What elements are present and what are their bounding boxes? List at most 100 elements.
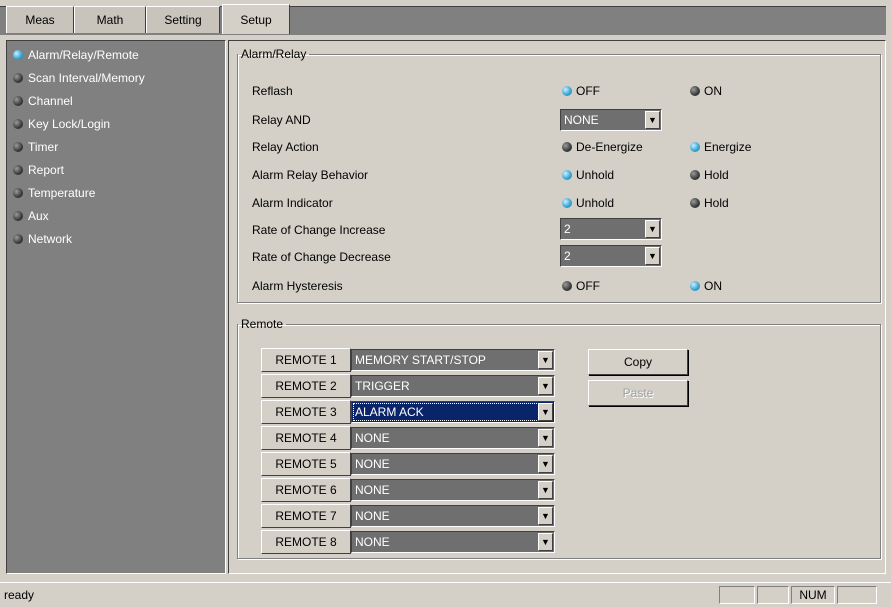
sidebar-item-scan-interval-memory[interactable]: Scan Interval/Memory (13, 68, 145, 88)
remote-3-button[interactable]: REMOTE 3 (261, 400, 351, 424)
alarm-indicator-hold-radio[interactable]: Hold (690, 193, 729, 213)
sidebar-item-label: Scan Interval/Memory (28, 71, 145, 85)
sidebar-item-temperature[interactable]: Temperature (13, 183, 95, 203)
radio-unselected-icon (562, 141, 572, 152)
remote-6-select[interactable]: NONE ▼ (351, 479, 555, 501)
remote-6-button[interactable]: REMOTE 6 (261, 478, 351, 502)
reflash-on-radio[interactable]: ON (690, 81, 722, 101)
roc-decrease-select[interactable]: 2 ▼ (560, 245, 662, 267)
chevron-down-icon: ▼ (645, 247, 660, 265)
reflash-off-radio[interactable]: OFF (562, 81, 600, 101)
tab-math[interactable]: Math (74, 6, 146, 33)
select-value: MEMORY START/STOP (355, 353, 486, 367)
remote-8-button[interactable]: REMOTE 8 (261, 530, 351, 554)
relay-and-select[interactable]: NONE ▼ (560, 109, 662, 131)
sidebar-item-label: Channel (28, 94, 73, 108)
copy-button[interactable]: Copy (588, 349, 688, 375)
alarm-hysteresis-on-radio[interactable]: ON (690, 276, 722, 296)
roc-increase-label: Rate of Change Increase (252, 223, 386, 237)
main-panel: Alarm/Relay Reflash OFF ON Relay AND NON… (228, 40, 886, 574)
radio-unselected-icon (690, 169, 700, 180)
remote-2-select[interactable]: TRIGGER ▼ (351, 375, 555, 397)
radio-label: Unhold (576, 196, 615, 210)
remote-group: Remote REMOTE 1 MEMORY START/STOP ▼ REMOT… (237, 317, 881, 559)
radio-label: OFF (576, 279, 600, 293)
remote-3-select[interactable]: ALARM ACK ▼ (351, 401, 555, 423)
radio-unselected-icon (690, 197, 700, 208)
sidebar-item-report[interactable]: Report (13, 160, 64, 180)
radio-unselected-icon (13, 141, 23, 152)
chevron-down-icon: ▼ (538, 507, 553, 525)
relay-action-de-energize-radio[interactable]: De-Energize (562, 137, 643, 157)
sidebar-item-label: Key Lock/Login (28, 117, 111, 131)
radio-label: Unhold (576, 168, 615, 182)
radio-unselected-icon (13, 210, 23, 221)
remote-8-select[interactable]: NONE ▼ (351, 531, 555, 553)
select-value: ALARM ACK (355, 405, 424, 419)
chevron-down-icon: ▼ (538, 455, 553, 473)
sidebar-item-label: Alarm/Relay/Remote (28, 48, 139, 62)
remote-2-button[interactable]: REMOTE 2 (261, 374, 351, 398)
sidebar-item-alarm-relay-remote[interactable]: Alarm/Relay/Remote (13, 45, 139, 65)
alarm-indicator-unhold-radio[interactable]: Unhold (562, 193, 614, 213)
select-value: NONE (564, 113, 599, 127)
status-bar: ready NUM (0, 582, 891, 607)
radio-unselected-icon (13, 118, 23, 129)
status-text: ready (4, 588, 35, 602)
remote-7-button[interactable]: REMOTE 7 (261, 504, 351, 528)
sidebar: Alarm/Relay/Remote Scan Interval/Memory … (6, 40, 226, 574)
select-value: NONE (355, 535, 390, 549)
sidebar-item-label: Temperature (28, 186, 96, 200)
remote-1-button[interactable]: REMOTE 1 (261, 348, 351, 372)
tab-meas[interactable]: Meas (6, 6, 74, 33)
alarm-hysteresis-label: Alarm Hysteresis (252, 279, 343, 293)
status-pane-2 (757, 586, 789, 604)
radio-label: ON (704, 279, 722, 293)
remote-4-select[interactable]: NONE ▼ (351, 427, 555, 449)
chevron-down-icon: ▼ (645, 220, 660, 238)
radio-label: De-Energize (576, 140, 643, 154)
tab-setting[interactable]: Setting (146, 6, 220, 33)
remote-5-select[interactable]: NONE ▼ (351, 453, 555, 475)
radio-label: ON (704, 84, 722, 98)
paste-button[interactable]: Paste (588, 380, 688, 406)
select-value: NONE (355, 509, 390, 523)
sidebar-item-label: Aux (28, 209, 49, 223)
tab-setup[interactable]: Setup (222, 4, 290, 34)
select-value: TRIGGER (355, 379, 410, 393)
alarm-relay-behavior-unhold-radio[interactable]: Unhold (562, 165, 614, 185)
radio-unselected-icon (562, 280, 572, 291)
radio-selected-icon (562, 197, 572, 208)
status-pane-1 (719, 586, 755, 604)
sidebar-item-aux[interactable]: Aux (13, 206, 49, 226)
chevron-down-icon: ▼ (538, 403, 553, 421)
sidebar-item-channel[interactable]: Channel (13, 91, 73, 111)
tab-bar: Meas Math Setting Setup (0, 0, 891, 35)
remote-5-button[interactable]: REMOTE 5 (261, 452, 351, 476)
alarm-hysteresis-off-radio[interactable]: OFF (562, 276, 600, 296)
relay-action-energize-radio[interactable]: Energize (690, 137, 751, 157)
reflash-label: Reflash (252, 84, 293, 98)
group-title: Remote (241, 317, 284, 331)
radio-label: Hold (704, 168, 729, 182)
roc-increase-select[interactable]: 2 ▼ (560, 218, 662, 240)
select-value: 2 (564, 222, 571, 236)
alarm-relay-behavior-hold-radio[interactable]: Hold (690, 165, 729, 185)
radio-label: OFF (576, 84, 600, 98)
remote-7-select[interactable]: NONE ▼ (351, 505, 555, 527)
radio-unselected-icon (13, 233, 23, 244)
sidebar-item-network[interactable]: Network (13, 229, 72, 249)
chevron-down-icon: ▼ (538, 351, 553, 369)
sidebar-item-timer[interactable]: Timer (13, 137, 58, 157)
radio-selected-icon (690, 280, 700, 291)
radio-label: Energize (704, 140, 752, 154)
relay-and-label: Relay AND (252, 113, 311, 127)
chevron-down-icon: ▼ (645, 111, 660, 129)
remote-1-select[interactable]: MEMORY START/STOP ▼ (351, 349, 555, 371)
remote-4-button[interactable]: REMOTE 4 (261, 426, 351, 450)
radio-unselected-icon (13, 164, 23, 175)
radio-unselected-icon (13, 187, 23, 198)
radio-unselected-icon (13, 72, 23, 83)
sidebar-item-label: Report (28, 163, 65, 177)
sidebar-item-key-lock-login[interactable]: Key Lock/Login (13, 114, 110, 134)
